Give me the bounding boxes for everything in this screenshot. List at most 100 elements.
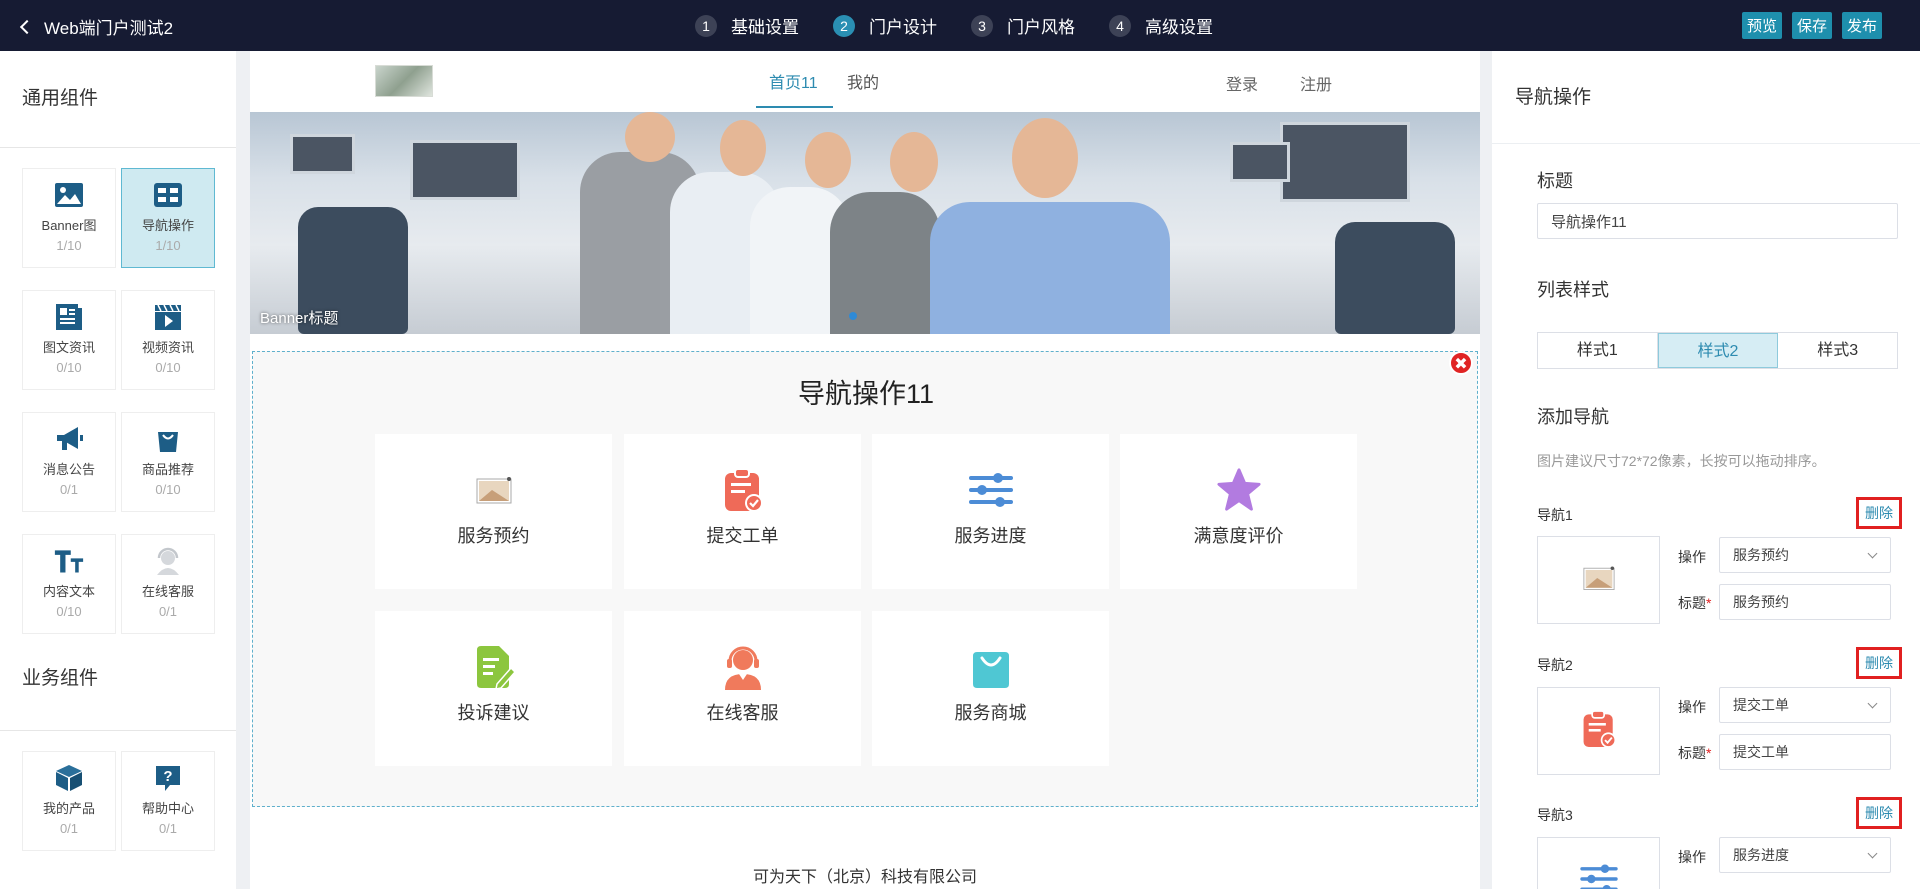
step-advanced-settings[interactable]: 4 高级设置	[1109, 13, 1213, 38]
add-nav-label[interactable]: 添加导航	[1537, 403, 1609, 429]
step-portal-style[interactable]: 3 门户风格	[971, 13, 1075, 38]
nav-card-online-service[interactable]: 在线客服	[624, 611, 861, 766]
properties-panel: 导航操作 标题 导航操作11 列表样式 样式1 样式2 样式3 添加导航 图片建…	[1492, 51, 1920, 889]
banner-scenery	[930, 202, 1170, 334]
text-icon	[54, 547, 84, 575]
portal-footer: 可为天下（北京）科技有限公司	[752, 869, 977, 886]
app-title: Web端门户测试2	[44, 19, 174, 38]
step-label: 门户设计	[869, 18, 937, 37]
step-indicator: 1 基础设置 2 门户设计 3 门户风格 4 高级设置	[695, 13, 1247, 38]
nav-card-label: 服务预约	[457, 526, 530, 546]
properties-scroll[interactable]: 导航操作 标题 导航操作11 列表样式 样式1 样式2 样式3 添加导航 图片建…	[1492, 51, 1920, 889]
style-tab-1[interactable]: 样式1	[1538, 333, 1658, 368]
nav-card-complaint[interactable]: 投诉建议	[375, 611, 612, 766]
banner-image[interactable]: Banner标题	[250, 112, 1480, 334]
back-button[interactable]: Web端门户测试2	[19, 14, 174, 39]
operation-value: 服务预约	[1733, 547, 1789, 563]
register-link[interactable]: 注册	[1300, 71, 1332, 95]
nav-card-satisfaction[interactable]: 满意度评价	[1120, 434, 1357, 589]
nav-card-label: 服务商城	[954, 703, 1027, 723]
clipboard-check-icon	[1581, 709, 1617, 754]
sliders-icon	[1579, 862, 1619, 889]
nav-image-upload[interactable]	[1537, 536, 1660, 624]
required-mark: *	[1706, 745, 1712, 761]
component-help-center[interactable]: ? 帮助中心 0/1	[121, 751, 215, 851]
image-icon	[54, 181, 84, 209]
delete-nav-button[interactable]: 删除	[1856, 647, 1902, 679]
login-link[interactable]: 登录	[1226, 71, 1258, 95]
style-tab-3[interactable]: 样式3	[1778, 333, 1897, 368]
component-name: 在线客服	[141, 584, 194, 599]
remove-module-button[interactable]: ✖	[1449, 351, 1473, 375]
component-count: 0/1	[59, 482, 79, 497]
image-thumb-icon	[1582, 565, 1615, 596]
name-label: 标题*	[1678, 593, 1711, 613]
general-components-grid: Banner图 1/10 导航操作 1/10 图文资讯 0/10 视频资讯 0/…	[0, 148, 236, 634]
step-portal-design[interactable]: 2 门户设计	[833, 13, 937, 38]
component-name: Banner图	[41, 218, 97, 233]
portal-tab-mine[interactable]: 我的	[847, 69, 879, 93]
required-mark: *	[1706, 595, 1712, 611]
nav-image-upload[interactable]	[1537, 687, 1660, 775]
nav-image-upload[interactable]	[1537, 837, 1660, 889]
operation-label: 操作	[1678, 849, 1706, 865]
component-online-service[interactable]: 在线客服 0/1	[121, 534, 215, 634]
banner-scenery	[1335, 222, 1455, 334]
nav-name-input[interactable]: 提交工单	[1719, 734, 1891, 770]
component-product-recommend[interactable]: 商品推荐 0/10	[121, 412, 215, 512]
component-count: 0/1	[158, 821, 178, 836]
portal-canvas: 首页11 我的 登录 注册 Banner标题 导航操作11 服务预约 提交工单 …	[250, 51, 1480, 889]
component-count: 1/10	[56, 238, 82, 253]
portal-tab-home[interactable]: 首页11	[769, 69, 818, 93]
component-count: 0/10	[155, 360, 181, 375]
chevron-left-icon	[19, 19, 35, 34]
chevron-down-icon	[1867, 848, 1878, 859]
component-video[interactable]: 视频资讯 0/10	[121, 290, 215, 390]
operation-select[interactable]: 服务进度	[1719, 837, 1891, 873]
operation-label: 操作	[1678, 699, 1706, 715]
component-name: 商品推荐	[141, 462, 194, 477]
operation-select[interactable]: 服务预约	[1719, 537, 1891, 573]
step-number: 4	[1109, 14, 1131, 37]
business-components-grid: 我的产品 0/1 ? 帮助中心 0/1	[0, 731, 236, 851]
nav-name-input[interactable]: 服务预约	[1719, 584, 1891, 620]
publish-button[interactable]: 发布	[1841, 12, 1882, 39]
nav-card-submit-ticket[interactable]: 提交工单	[624, 434, 861, 589]
banner-scenery	[890, 132, 938, 192]
banner-scenery	[1230, 142, 1290, 182]
component-count: 1/10	[155, 238, 181, 253]
component-count: 0/10	[56, 360, 82, 375]
component-article[interactable]: 图文资讯 0/10	[22, 290, 116, 390]
chevron-down-icon	[1867, 548, 1878, 559]
note-edit-icon	[471, 644, 517, 690]
operation-select[interactable]: 提交工单	[1719, 687, 1891, 723]
title-input[interactable]: 导航操作11	[1537, 203, 1898, 239]
delete-nav-button[interactable]: 删除	[1856, 797, 1902, 829]
delete-nav-button[interactable]: 删除	[1856, 497, 1902, 529]
banner-pager-dot[interactable]	[849, 312, 857, 320]
component-count: 0/10	[56, 604, 82, 619]
component-nav-operation[interactable]: 导航操作 1/10	[121, 168, 215, 268]
component-banner[interactable]: Banner图 1/10	[22, 168, 116, 268]
nav-item-title: 导航1	[1537, 507, 1573, 523]
nav-card-service-progress[interactable]: 服务进度	[872, 434, 1109, 589]
title-label: 标题	[1537, 171, 1573, 191]
operation-label: 操作	[1678, 549, 1706, 565]
preview-button[interactable]: 预览	[1741, 12, 1782, 39]
nav-card-service-booking[interactable]: 服务预约	[375, 434, 612, 589]
save-button[interactable]: 保存	[1791, 12, 1832, 39]
component-announcement[interactable]: 消息公告 0/1	[22, 412, 116, 512]
nav-operation-module[interactable]: 导航操作11 服务预约 提交工单 服务进度 满意度评价 投诉建议 在线客服 服务…	[252, 351, 1478, 807]
step-basic-settings[interactable]: 1 基础设置	[695, 13, 799, 38]
style-tab-2[interactable]: 样式2	[1657, 333, 1779, 368]
step-number: 1	[695, 14, 717, 37]
banner-scenery	[290, 134, 355, 174]
image-size-hint: 图片建议尺寸72*72像素，长按可以拖动排序。	[1537, 453, 1826, 469]
top-actions: 预览 保存 发布	[1741, 12, 1882, 39]
component-content-text[interactable]: 内容文本 0/10	[22, 534, 116, 634]
nav-card-label: 满意度评价	[1193, 526, 1284, 546]
portal-header: 首页11 我的 登录 注册	[250, 51, 1480, 112]
name-label-text: 标题	[1678, 595, 1706, 611]
nav-card-service-mall[interactable]: 服务商城	[872, 611, 1109, 766]
component-my-products[interactable]: 我的产品 0/1	[22, 751, 116, 851]
